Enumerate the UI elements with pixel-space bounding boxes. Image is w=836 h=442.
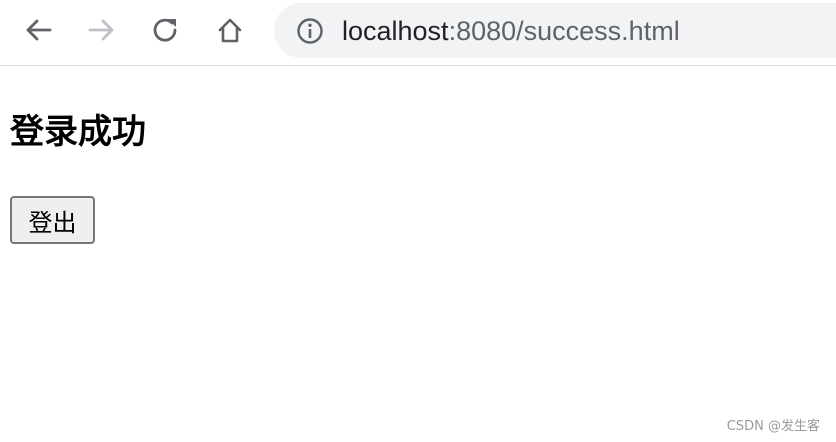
arrow-left-icon bbox=[26, 19, 52, 41]
watermark: CSDN @发生客 bbox=[726, 419, 820, 434]
home-icon bbox=[218, 18, 242, 43]
home-button[interactable] bbox=[213, 13, 247, 47]
forward-button[interactable] bbox=[85, 13, 119, 47]
browser-toolbar: localhost:8080/success.html bbox=[0, 0, 836, 66]
reload-icon bbox=[153, 18, 177, 42]
back-button[interactable] bbox=[21, 13, 55, 47]
page-title: 登录成功 bbox=[10, 112, 146, 152]
logout-button[interactable]: 登出 bbox=[10, 196, 95, 244]
url-host: localhost bbox=[342, 16, 449, 46]
reload-button[interactable] bbox=[149, 13, 183, 47]
info-icon[interactable] bbox=[296, 17, 324, 45]
page-content: 登录成功 登出 bbox=[0, 67, 836, 442]
address-bar[interactable]: localhost:8080/success.html bbox=[274, 3, 836, 58]
url-path: :8080/success.html bbox=[448, 16, 680, 46]
url-text[interactable]: localhost:8080/success.html bbox=[342, 14, 680, 48]
arrow-right-icon bbox=[88, 19, 114, 41]
